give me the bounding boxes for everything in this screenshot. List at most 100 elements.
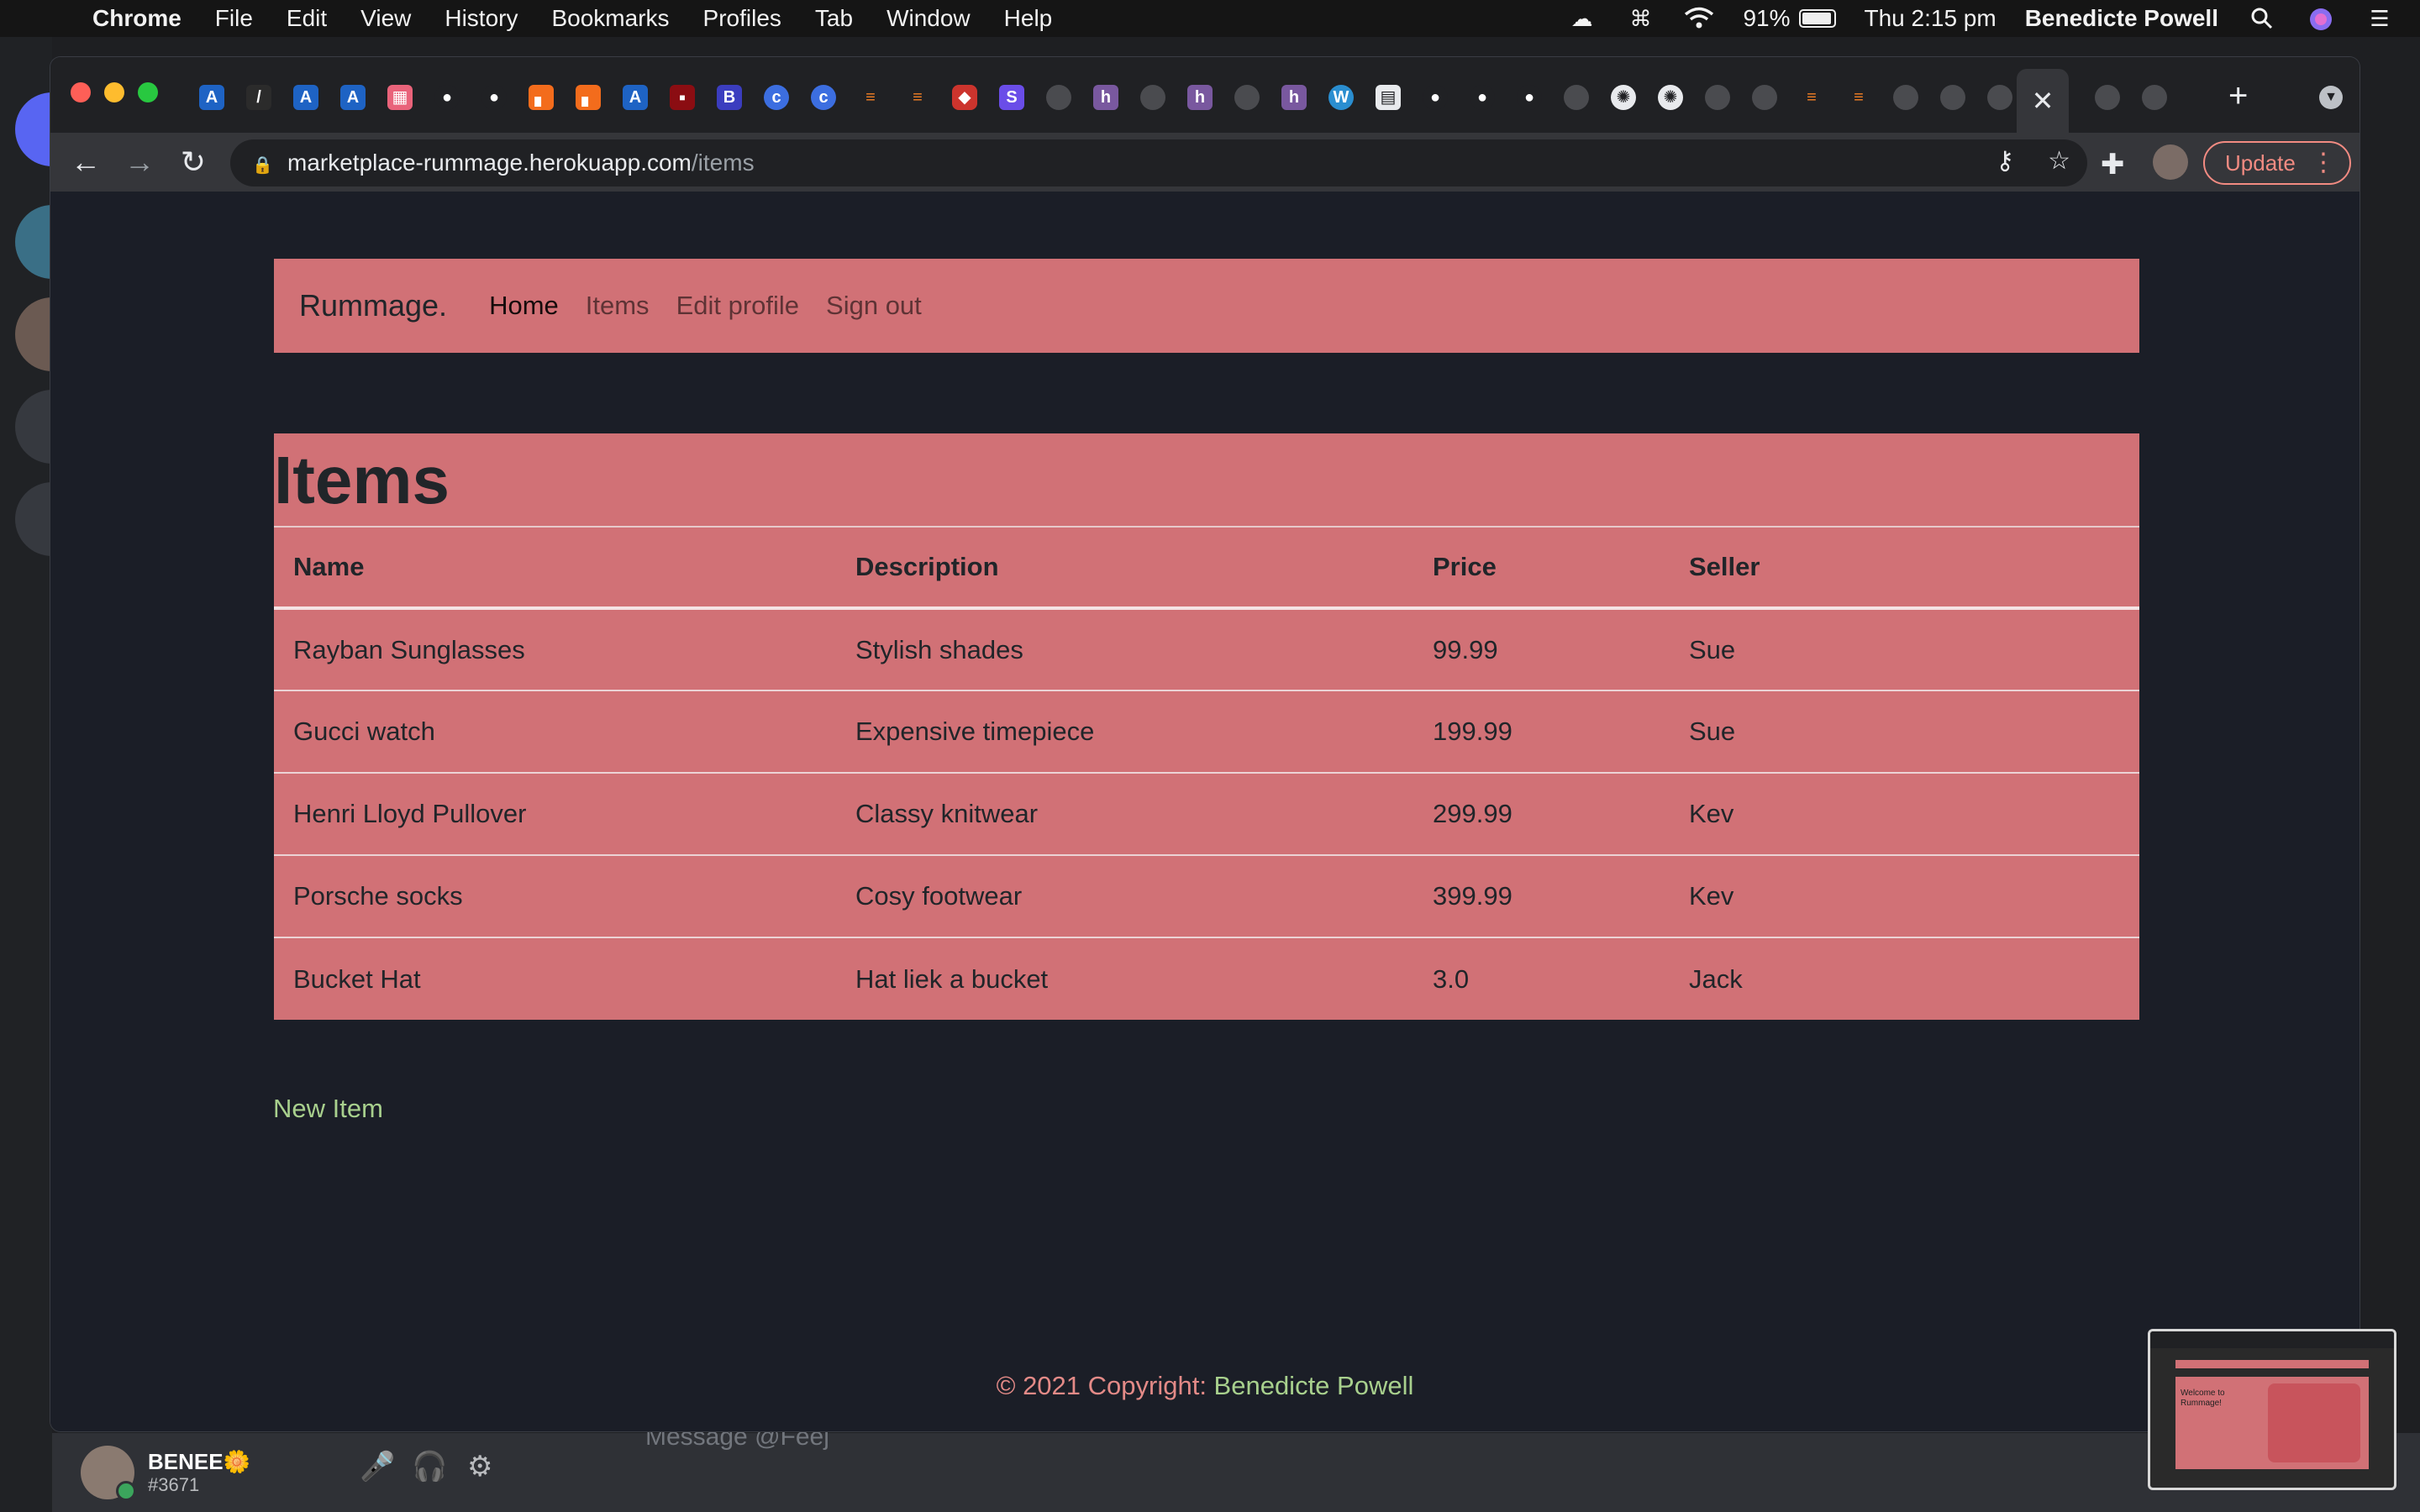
discord-home-icon[interactable] bbox=[15, 92, 52, 166]
url-path: /items bbox=[691, 150, 755, 176]
back-arrow-icon[interactable]: ← bbox=[69, 146, 103, 178]
clock[interactable]: Thu 2:15 pm bbox=[1865, 5, 1996, 32]
tab[interactable]: ✺ bbox=[1600, 82, 1647, 113]
tab[interactable]: ▖ bbox=[518, 82, 565, 113]
menu-help[interactable]: Help bbox=[1004, 5, 1053, 32]
creative-cloud-icon[interactable]: ☁ bbox=[1566, 7, 1597, 30]
nav-edit-profile[interactable]: Edit profile bbox=[676, 291, 799, 321]
tab[interactable]: A bbox=[188, 82, 235, 113]
minimize-window-button[interactable] bbox=[104, 82, 124, 102]
password-key-icon[interactable]: ⚷ bbox=[1996, 146, 2014, 176]
tab[interactable] bbox=[1223, 82, 1270, 113]
forward-arrow-icon[interactable]: → bbox=[123, 146, 156, 178]
tab-favicon-icon: A bbox=[199, 85, 224, 110]
tab[interactable] bbox=[2084, 82, 2131, 113]
page-title: Items bbox=[274, 433, 2139, 528]
address-bar[interactable]: 🔒 marketplace-rummage.herokuapp.com/item… bbox=[230, 139, 2087, 186]
tab[interactable] bbox=[2131, 82, 2178, 113]
nav-items[interactable]: Items bbox=[586, 291, 650, 321]
globe-icon bbox=[1987, 85, 2012, 110]
tab[interactable]: ● bbox=[471, 82, 518, 113]
reload-icon[interactable]: ↻ bbox=[176, 146, 210, 178]
tab[interactable] bbox=[1129, 82, 1176, 113]
new-tab-plus-icon[interactable]: + bbox=[2228, 79, 2248, 113]
tab[interactable]: h bbox=[1082, 82, 1129, 113]
copyright-author-link[interactable]: Benedicte Powell bbox=[1214, 1371, 1414, 1400]
tab[interactable]: ≡ bbox=[894, 82, 941, 113]
close-window-button[interactable] bbox=[71, 82, 91, 102]
tab[interactable] bbox=[1882, 82, 1929, 113]
update-button[interactable]: Update ⋮ bbox=[2203, 141, 2351, 185]
discord-user-panel[interactable]: BENEE🌼 #3671 bbox=[81, 1433, 250, 1512]
nav-sign-out[interactable]: Sign out bbox=[826, 291, 922, 321]
discord-add-server-icon[interactable] bbox=[15, 482, 52, 556]
tab[interactable] bbox=[1553, 82, 1600, 113]
keyboard-icon[interactable]: ⌘ bbox=[1625, 7, 1655, 30]
extensions-puzzle-icon[interactable]: ✚ bbox=[2101, 148, 2125, 181]
battery-status[interactable]: 91% bbox=[1743, 5, 1836, 32]
tab[interactable]: A bbox=[329, 82, 376, 113]
discord-server-icon[interactable] bbox=[15, 297, 52, 371]
microphone-muted-icon[interactable]: 🎤 bbox=[360, 1450, 395, 1483]
thumbnail-welcome-text: Welcome to Rummage! bbox=[2181, 1389, 2225, 1408]
menu-tab[interactable]: Tab bbox=[815, 5, 853, 32]
tab[interactable] bbox=[1929, 82, 1976, 113]
tab[interactable]: ● bbox=[1412, 82, 1459, 113]
profile-avatar[interactable] bbox=[2153, 144, 2188, 180]
tab[interactable] bbox=[1035, 82, 1082, 113]
discord-server-icon[interactable] bbox=[15, 205, 52, 279]
site-brand[interactable]: Rummage. bbox=[299, 288, 447, 323]
tab[interactable]: ● bbox=[424, 82, 471, 113]
spotlight-search-icon[interactable] bbox=[2247, 7, 2277, 30]
screenshot-thumbnail[interactable]: Welcome to Rummage! bbox=[2148, 1329, 2396, 1490]
tab[interactable]: ▖ bbox=[565, 82, 612, 113]
tab[interactable]: B bbox=[706, 82, 753, 113]
menu-window[interactable]: Window bbox=[886, 5, 971, 32]
tab-search-chevron-icon[interactable]: ▼ bbox=[2319, 86, 2343, 109]
discord-server-icon[interactable] bbox=[15, 390, 52, 464]
new-item-link[interactable]: New Item bbox=[273, 1094, 383, 1124]
menu-history[interactable]: History bbox=[445, 5, 518, 32]
tab[interactable]: c bbox=[800, 82, 847, 113]
tab[interactable]: h bbox=[1176, 82, 1223, 113]
menu-bookmarks[interactable]: Bookmarks bbox=[551, 5, 669, 32]
tab[interactable]: ■ bbox=[659, 82, 706, 113]
fullscreen-window-button[interactable] bbox=[138, 82, 158, 102]
tab-close-icon[interactable]: ✕ bbox=[2032, 85, 2054, 117]
tab[interactable]: ≡ bbox=[1835, 82, 1882, 113]
bookmark-star-icon[interactable]: ☆ bbox=[2048, 146, 2070, 176]
app-menu-chrome[interactable]: Chrome bbox=[92, 5, 182, 32]
wifi-icon[interactable] bbox=[1684, 7, 1714, 30]
tab[interactable]: ≡ bbox=[1788, 82, 1835, 113]
tab[interactable]: h bbox=[1270, 82, 1318, 113]
tab[interactable]: / bbox=[235, 82, 282, 113]
tab[interactable]: S bbox=[988, 82, 1035, 113]
active-tab[interactable]: ✕ bbox=[2017, 69, 2069, 133]
lock-icon[interactable]: 🔒 bbox=[252, 155, 273, 175]
tab[interactable]: A bbox=[612, 82, 659, 113]
menu-profiles[interactable]: Profiles bbox=[703, 5, 781, 32]
tab[interactable]: ✺ bbox=[1647, 82, 1694, 113]
nav-home[interactable]: Home bbox=[489, 291, 559, 321]
more-menu-icon[interactable]: ⋮ bbox=[2311, 148, 2336, 177]
tab[interactable] bbox=[1694, 82, 1741, 113]
tab[interactable]: W bbox=[1318, 82, 1365, 113]
tab[interactable]: ◆ bbox=[941, 82, 988, 113]
siri-icon[interactable] bbox=[2306, 7, 2336, 30]
tab[interactable]: ▦ bbox=[376, 82, 424, 113]
tab[interactable]: ● bbox=[1506, 82, 1553, 113]
menu-view[interactable]: View bbox=[360, 5, 411, 32]
user-name[interactable]: Benedicte Powell bbox=[2025, 5, 2218, 32]
menu-edit[interactable]: Edit bbox=[287, 5, 327, 32]
settings-gear-icon[interactable]: ⚙ bbox=[467, 1450, 492, 1483]
control-center-icon[interactable]: ☰ bbox=[2365, 7, 2395, 30]
headphones-deafened-icon[interactable]: 🎧 bbox=[412, 1450, 447, 1483]
tab[interactable]: ▤ bbox=[1365, 82, 1412, 113]
tab[interactable]: ● bbox=[1459, 82, 1506, 113]
tab[interactable] bbox=[1741, 82, 1788, 113]
tab[interactable]: c bbox=[753, 82, 800, 113]
tab-favicon-icon: ▤ bbox=[1376, 85, 1401, 110]
tab[interactable]: ≡ bbox=[847, 82, 894, 113]
tab[interactable]: A bbox=[282, 82, 329, 113]
menu-file[interactable]: File bbox=[215, 5, 253, 32]
